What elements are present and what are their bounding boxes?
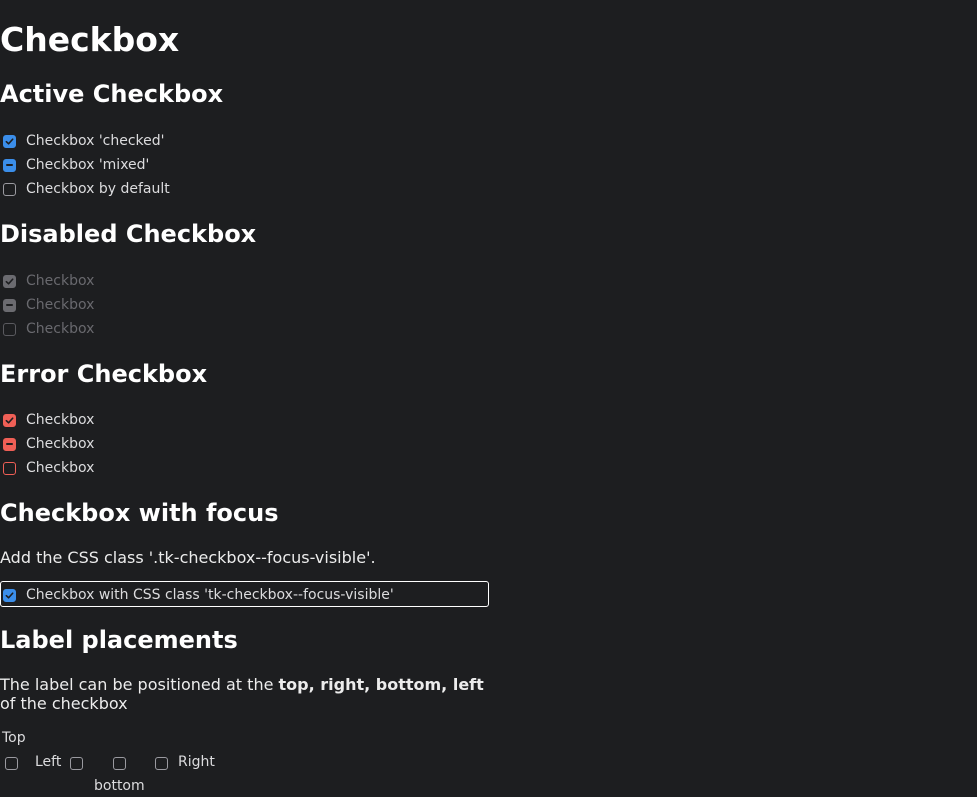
- placements-desc-prefix: The label can be positioned at the: [0, 675, 279, 694]
- checkbox-mixed-icon[interactable]: [3, 158, 16, 172]
- label-left: Left: [35, 754, 62, 770]
- disabled-checkbox-heading: Disabled Checkbox: [0, 220, 257, 248]
- error-checkbox-row-mixed[interactable]: Checkbox: [0, 434, 94, 454]
- placements-desc-suffix: of the checkbox: [0, 694, 128, 713]
- checkbox-row-mixed[interactable]: Checkbox 'mixed': [0, 155, 149, 175]
- page-title: Checkbox: [0, 20, 180, 59]
- checkbox-checked-icon[interactable]: [3, 134, 16, 148]
- checkbox-unchecked-icon: [3, 322, 16, 336]
- checkbox-label: Checkbox by default: [26, 181, 170, 197]
- checkbox-unchecked-icon[interactable]: [3, 182, 16, 196]
- checkbox-checked-icon[interactable]: [3, 588, 16, 602]
- focus-checkbox-row[interactable]: Checkbox with CSS class 'tk-checkbox--fo…: [0, 585, 394, 605]
- focus-description: Add the CSS class '.tk-checkbox--focus-v…: [0, 548, 376, 567]
- checkbox-top-unchecked-icon[interactable]: [5, 757, 18, 770]
- label-placements-heading: Label placements: [0, 626, 238, 654]
- disabled-checkbox-row-default: Checkbox: [0, 319, 94, 339]
- checkbox-bottom-unchecked-icon[interactable]: [113, 757, 126, 770]
- active-checkbox-heading: Active Checkbox: [0, 80, 224, 108]
- checkbox-unchecked-icon[interactable]: [3, 461, 16, 475]
- checkbox-label: Checkbox 'mixed': [26, 157, 150, 173]
- checkbox-mixed-icon[interactable]: [3, 437, 16, 451]
- error-checkbox-heading: Error Checkbox: [0, 360, 208, 388]
- disabled-checkbox-row-checked: Checkbox: [0, 271, 94, 291]
- checkbox-label: Checkbox: [26, 460, 95, 476]
- placements-description: The label can be positioned at the top, …: [0, 675, 490, 713]
- checkbox-label: Checkbox: [26, 436, 95, 452]
- checkbox-label: Checkbox 'checked': [26, 133, 165, 149]
- checkbox-checked-icon: [3, 274, 16, 288]
- checkbox-row-checked[interactable]: Checkbox 'checked': [0, 131, 165, 151]
- checkbox-label: Checkbox: [26, 321, 95, 337]
- label-top: Top: [2, 730, 26, 746]
- label-right: Right: [178, 754, 215, 770]
- label-bottom: bottom: [94, 778, 145, 794]
- checkbox-row-default[interactable]: Checkbox by default: [0, 179, 170, 199]
- disabled-checkbox-row-mixed: Checkbox: [0, 295, 94, 315]
- error-checkbox-row-default[interactable]: Checkbox: [0, 458, 94, 478]
- focus-checkbox-heading: Checkbox with focus: [0, 499, 279, 527]
- error-checkbox-row-checked[interactable]: Checkbox: [0, 410, 94, 430]
- checkbox-mixed-icon: [3, 298, 16, 312]
- placements-desc-bold: top, right, bottom, left: [278, 675, 484, 694]
- checkbox-label: Checkbox: [26, 273, 95, 289]
- checkbox-label: Checkbox: [26, 297, 95, 313]
- checkbox-right-unchecked-icon[interactable]: [155, 757, 168, 770]
- checkbox-left-unchecked-icon[interactable]: [70, 757, 83, 770]
- checkbox-label: Checkbox: [26, 412, 95, 428]
- checkbox-label: Checkbox with CSS class 'tk-checkbox--fo…: [26, 587, 394, 603]
- checkbox-checked-icon[interactable]: [3, 413, 16, 427]
